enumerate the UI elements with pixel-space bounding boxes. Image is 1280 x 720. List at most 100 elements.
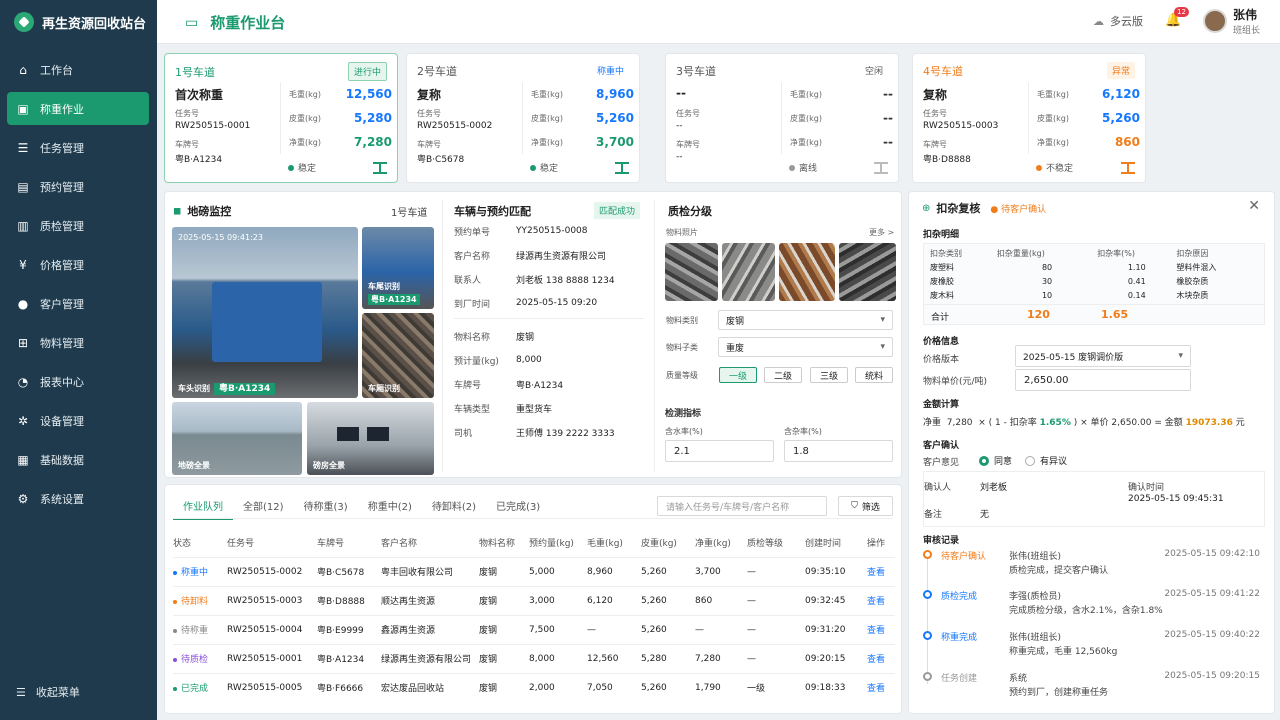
overview-camera-view[interactable]: 地磅全景 [172, 402, 302, 475]
sidebar-item-tasks[interactable]: ☰ 任务管理 [7, 131, 149, 164]
view-link[interactable]: 查看 [867, 585, 895, 615]
material-subtype-select[interactable]: 重废 ▾ [718, 337, 893, 357]
impurity-input[interactable]: 1.8 [784, 440, 893, 462]
status-text: 待质检 [181, 655, 209, 665]
sidebar-item-label: 物料管理 [40, 336, 84, 350]
search-input[interactable]: 请输入任务号/车牌号/客户名称 [657, 496, 827, 516]
table-cell: 一级 [747, 672, 805, 702]
calendar-icon: ▤ [17, 179, 29, 194]
gross-value: 8,960 [596, 87, 634, 101]
lane-card-1[interactable]: 1号车道 进行中 首次称重 任务号 RW250515-0001 车牌号 粤B·A1… [164, 53, 398, 183]
material-photo[interactable] [722, 243, 775, 301]
match-row: 到厂时间 2025-05-15 09:20 [454, 291, 644, 315]
status-text: 称重中 [181, 568, 209, 578]
tab-2[interactable]: 待称重(3) [294, 493, 358, 520]
front-camera-view[interactable]: 2025-05-15 09:41:23 车头识别 粤B·A1234 [172, 227, 358, 398]
close-icon[interactable]: ✕ [1248, 198, 1260, 214]
lane-card-2[interactable]: 2号车道 称重中 复称 任务号 RW250515-0002 车牌号 粤B·C567… [406, 53, 640, 183]
unit-price-input[interactable]: 2,650.00 [1015, 369, 1191, 391]
front-label: 车头识别 [178, 384, 210, 393]
remark: 无 [980, 510, 990, 520]
lane-stage: 复称 [923, 88, 948, 102]
lane-card-3[interactable]: 3号车道 空闲 -- 任务号 -- 车牌号 -- 毛重(kg) -- 皮重(kg) -… [665, 53, 899, 183]
table-row[interactable]: 称重中 RW250515-0002 粤B·C5678 粤丰回收有限公司 废钢 5,000 8… [173, 556, 895, 586]
sidebar-item-inspection[interactable]: ▥ 质检管理 [7, 209, 149, 242]
water-input[interactable]: 2.1 [665, 440, 774, 462]
scale-icon [1121, 161, 1135, 174]
sidebar-item-materials[interactable]: ⊞ 物料管理 [7, 326, 149, 359]
field-label: 车辆类型 [454, 404, 491, 415]
table-row[interactable]: 待质检 RW250515-0001 粤B·A1234 绿源再生资源有限公司 废钢 8,00… [173, 643, 895, 673]
material-photo[interactable] [665, 243, 718, 301]
lane-state: 离线 [789, 161, 817, 174]
plate-label: 车牌号 [175, 140, 199, 149]
cloud-version[interactable]: ☁ 多云版 [1093, 13, 1143, 29]
grade-option-3[interactable]: 三级 [810, 367, 848, 383]
front-plate: 粤B·A1234 [214, 383, 276, 395]
price-version-select[interactable]: 2025-05-15 废钢调价版 ▾ [1015, 345, 1191, 367]
sidebar-item-devices[interactable]: ✲ 设备管理 [7, 404, 149, 437]
user-menu[interactable]: 张伟 班组长 [1202, 6, 1260, 36]
table-row[interactable]: 已完成 RW250515-0005 粤B·F6666 宏达废品回收站 废钢 2,000 7,… [173, 672, 895, 702]
sidebar-item-price[interactable]: ¥ 价格管理 [7, 248, 149, 281]
review-icon: ⊕ [922, 202, 931, 214]
material-photo[interactable] [839, 243, 896, 301]
object-radio[interactable]: 有异议 [1025, 454, 1067, 467]
table-cell: 粤B·F6666 [317, 672, 381, 702]
tab-5[interactable]: 已完成(3) [486, 493, 550, 520]
status-text: 待卸料 [181, 597, 209, 607]
table-cell: 30 [1041, 276, 1053, 286]
notification-button[interactable]: 🔔 12 [1165, 7, 1189, 29]
agree-radio[interactable]: 同意 [979, 454, 1012, 467]
column-header: 客户名称 [381, 539, 418, 550]
log-desc: 预约到厂，创建称重任务 [1009, 688, 1109, 698]
log-title-text: 质检完成 [941, 592, 978, 602]
filter-button[interactable]: ⛉ 筛选 [838, 496, 893, 516]
log-entry: 称重完成 张伟(班组长) 称重完成，毛重 12,560kg 2025-05-15… [923, 630, 1260, 660]
plate-label: 车牌号 [676, 140, 700, 149]
collapse-menu-button[interactable]: ☰ 收起菜单 [16, 684, 80, 700]
view-link[interactable]: 查看 [867, 643, 895, 673]
lane-card-4[interactable]: 4号车道 异常 复称 任务号 RW250515-0003 车牌号 粤B·D8888… [912, 53, 1146, 183]
sidebar-item-weighing[interactable]: ▣ 称重作业 [7, 92, 149, 125]
table-cell: 顺达再生资源 [381, 585, 479, 615]
column-header: 扣杂重量(kg) [996, 248, 1045, 258]
sidebar-item-customers[interactable]: ● 客户管理 [7, 287, 149, 320]
grade-option-1[interactable]: 一级 [719, 367, 757, 383]
field-label: 物料名称 [454, 332, 491, 343]
rear-camera-view[interactable]: 车尾识别 粤B·A1234 [362, 227, 434, 309]
material-type-select[interactable]: 废钢 ▾ [718, 310, 893, 330]
impurity-label: 含杂率(%) [784, 427, 822, 436]
sidebar-item-reports[interactable]: ◔ 报表中心 [7, 365, 149, 398]
table-cell: RW250515-0004 [227, 614, 317, 644]
more-photos-link[interactable]: 更多 > [869, 227, 894, 238]
material-photo[interactable] [779, 243, 835, 301]
match-row: 联系人 刘老板 138 8888 1234 [454, 267, 644, 291]
task-label: 任务号 [923, 109, 947, 118]
quality-title: 质检分级 [668, 205, 712, 218]
view-link[interactable]: 查看 [867, 556, 895, 586]
tab-1[interactable]: 全部(12) [233, 493, 294, 520]
view-link[interactable]: 查看 [867, 672, 895, 702]
tab-0[interactable]: 作业队列 [173, 493, 233, 520]
grade-option-2[interactable]: 二级 [764, 367, 802, 383]
log-time: 2025-05-15 09:40:22 [1164, 630, 1260, 640]
grade-option-mixed[interactable]: 统料 [855, 367, 893, 383]
cargo-camera-view[interactable]: 车厢识别 [362, 313, 434, 398]
table-row[interactable]: 待称重 RW250515-0004 粤B·E9999 鑫源再生资源 废钢 7,500—5,… [173, 614, 895, 644]
tab-4[interactable]: 待卸料(2) [422, 493, 486, 520]
sidebar-item-basedata[interactable]: ▦ 基础数据 [7, 443, 149, 476]
sidebar-item-label: 工作台 [40, 63, 73, 77]
room-camera-view[interactable]: 磅房全景 [307, 402, 434, 475]
sidebar-item-workbench[interactable]: ⌂ 工作台 [7, 53, 149, 86]
plate-label: 车牌号 [417, 140, 441, 149]
field-label: 司机 [454, 428, 473, 439]
table-cell: 0.14 [1127, 290, 1146, 300]
table-cell: 废钢 [479, 556, 529, 586]
tab-3[interactable]: 称重中(2) [358, 493, 422, 520]
table-row[interactable]: 待卸料 RW250515-0003 粤B·D8888 顺达再生资源 废钢 3,000 6,1… [173, 585, 895, 615]
sidebar-item-booking[interactable]: ▤ 预约管理 [7, 170, 149, 203]
sidebar-item-settings[interactable]: ⚙ 系统设置 [7, 482, 149, 515]
sidebar-item-label: 客户管理 [40, 297, 84, 311]
view-link[interactable]: 查看 [867, 614, 895, 644]
